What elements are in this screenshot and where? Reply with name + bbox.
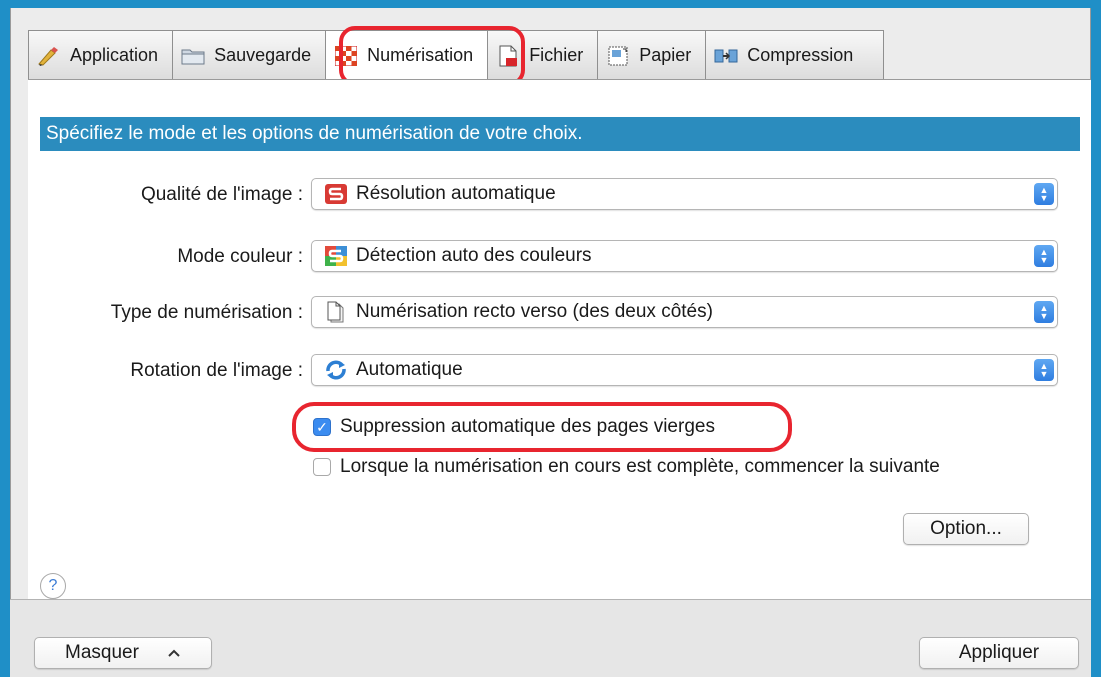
tab-bar: Application Sauvegarde Numérisation Fich… [28,30,885,80]
tab-compression[interactable]: Compression [705,30,885,80]
image-quality-select[interactable]: Résolution automatique ▲ ▼ [311,178,1058,210]
paper-size-icon [606,46,630,66]
help-button[interactable]: ? [40,573,66,599]
color-mode-value: Détection auto des couleurs [356,245,592,266]
scansnap-color-icon [324,245,348,267]
tab-papier[interactable]: Papier [597,30,707,80]
scansnap-red-icon [324,183,348,205]
hide-button[interactable]: Masquer [34,637,212,669]
document-icon [324,301,348,323]
select-arrows-icon: ▲ ▼ [1034,183,1054,205]
select-arrows-icon: ▲ ▼ [1034,301,1054,323]
tab-label: Fichier [529,45,584,65]
continue-scanning-checkbox[interactable]: Lorsque la numérisation en cours est com… [313,456,940,478]
file-pdf-icon [496,45,520,66]
rotate-icon [324,359,348,381]
checkbox-label: Suppression automatique des pages vierge… [340,416,715,437]
image-rotation-select[interactable]: Automatique ▲ ▼ [311,354,1058,386]
tab-label: Numérisation [367,45,474,65]
select-arrows-icon: ▲ ▼ [1034,245,1054,267]
scan-checker-icon [334,45,358,66]
scan-type-select[interactable]: Numérisation recto verso (des deux côtés… [311,296,1058,328]
window-left-frame [0,8,10,677]
image-rotation-value: Automatique [356,359,463,380]
compression-icon [714,46,738,66]
tab-label: Sauvegarde [214,45,312,65]
image-quality-value: Résolution automatique [356,183,556,204]
apply-button[interactable]: Appliquer [919,637,1079,669]
scan-type-label: Type de numérisation : [110,302,303,323]
checkbox-label: Lorsque la numérisation en cours est com… [340,456,940,477]
option-button[interactable]: Option... [903,513,1029,545]
image-quality-label: Qualité de l'image : [140,184,303,205]
blank-page-removal-checkbox[interactable]: ✓ Suppression automatique des pages vier… [313,416,715,438]
tab-label: Compression [747,45,854,65]
section-banner: Spécifiez le mode et les options de numé… [40,117,1080,151]
select-arrows-icon: ▲ ▼ [1034,359,1054,381]
scan-type-value: Numérisation recto verso (des deux côtés… [356,301,713,322]
tab-fichier[interactable]: Fichier [487,30,599,80]
tab-application[interactable]: Application [28,30,174,80]
checkbox-unchecked-icon[interactable] [313,458,331,476]
color-mode-label: Mode couleur : [177,246,303,267]
tab-label: Papier [639,45,692,65]
checkmark-icon[interactable]: ✓ [313,418,331,436]
pen-icon [37,46,61,66]
chevron-up-icon [167,648,181,658]
window-right-frame [1091,8,1101,677]
tab-sauvegarde[interactable]: Sauvegarde [172,30,327,80]
tab-label: Application [70,45,159,65]
hide-button-label: Masquer [65,642,139,663]
folder-icon [181,46,205,66]
tab-numerisation[interactable]: Numérisation [325,30,489,80]
color-mode-select[interactable]: Détection auto des couleurs ▲ ▼ [311,240,1058,272]
image-rotation-label: Rotation de l'image : [130,360,303,381]
window-top-frame [0,0,1101,8]
